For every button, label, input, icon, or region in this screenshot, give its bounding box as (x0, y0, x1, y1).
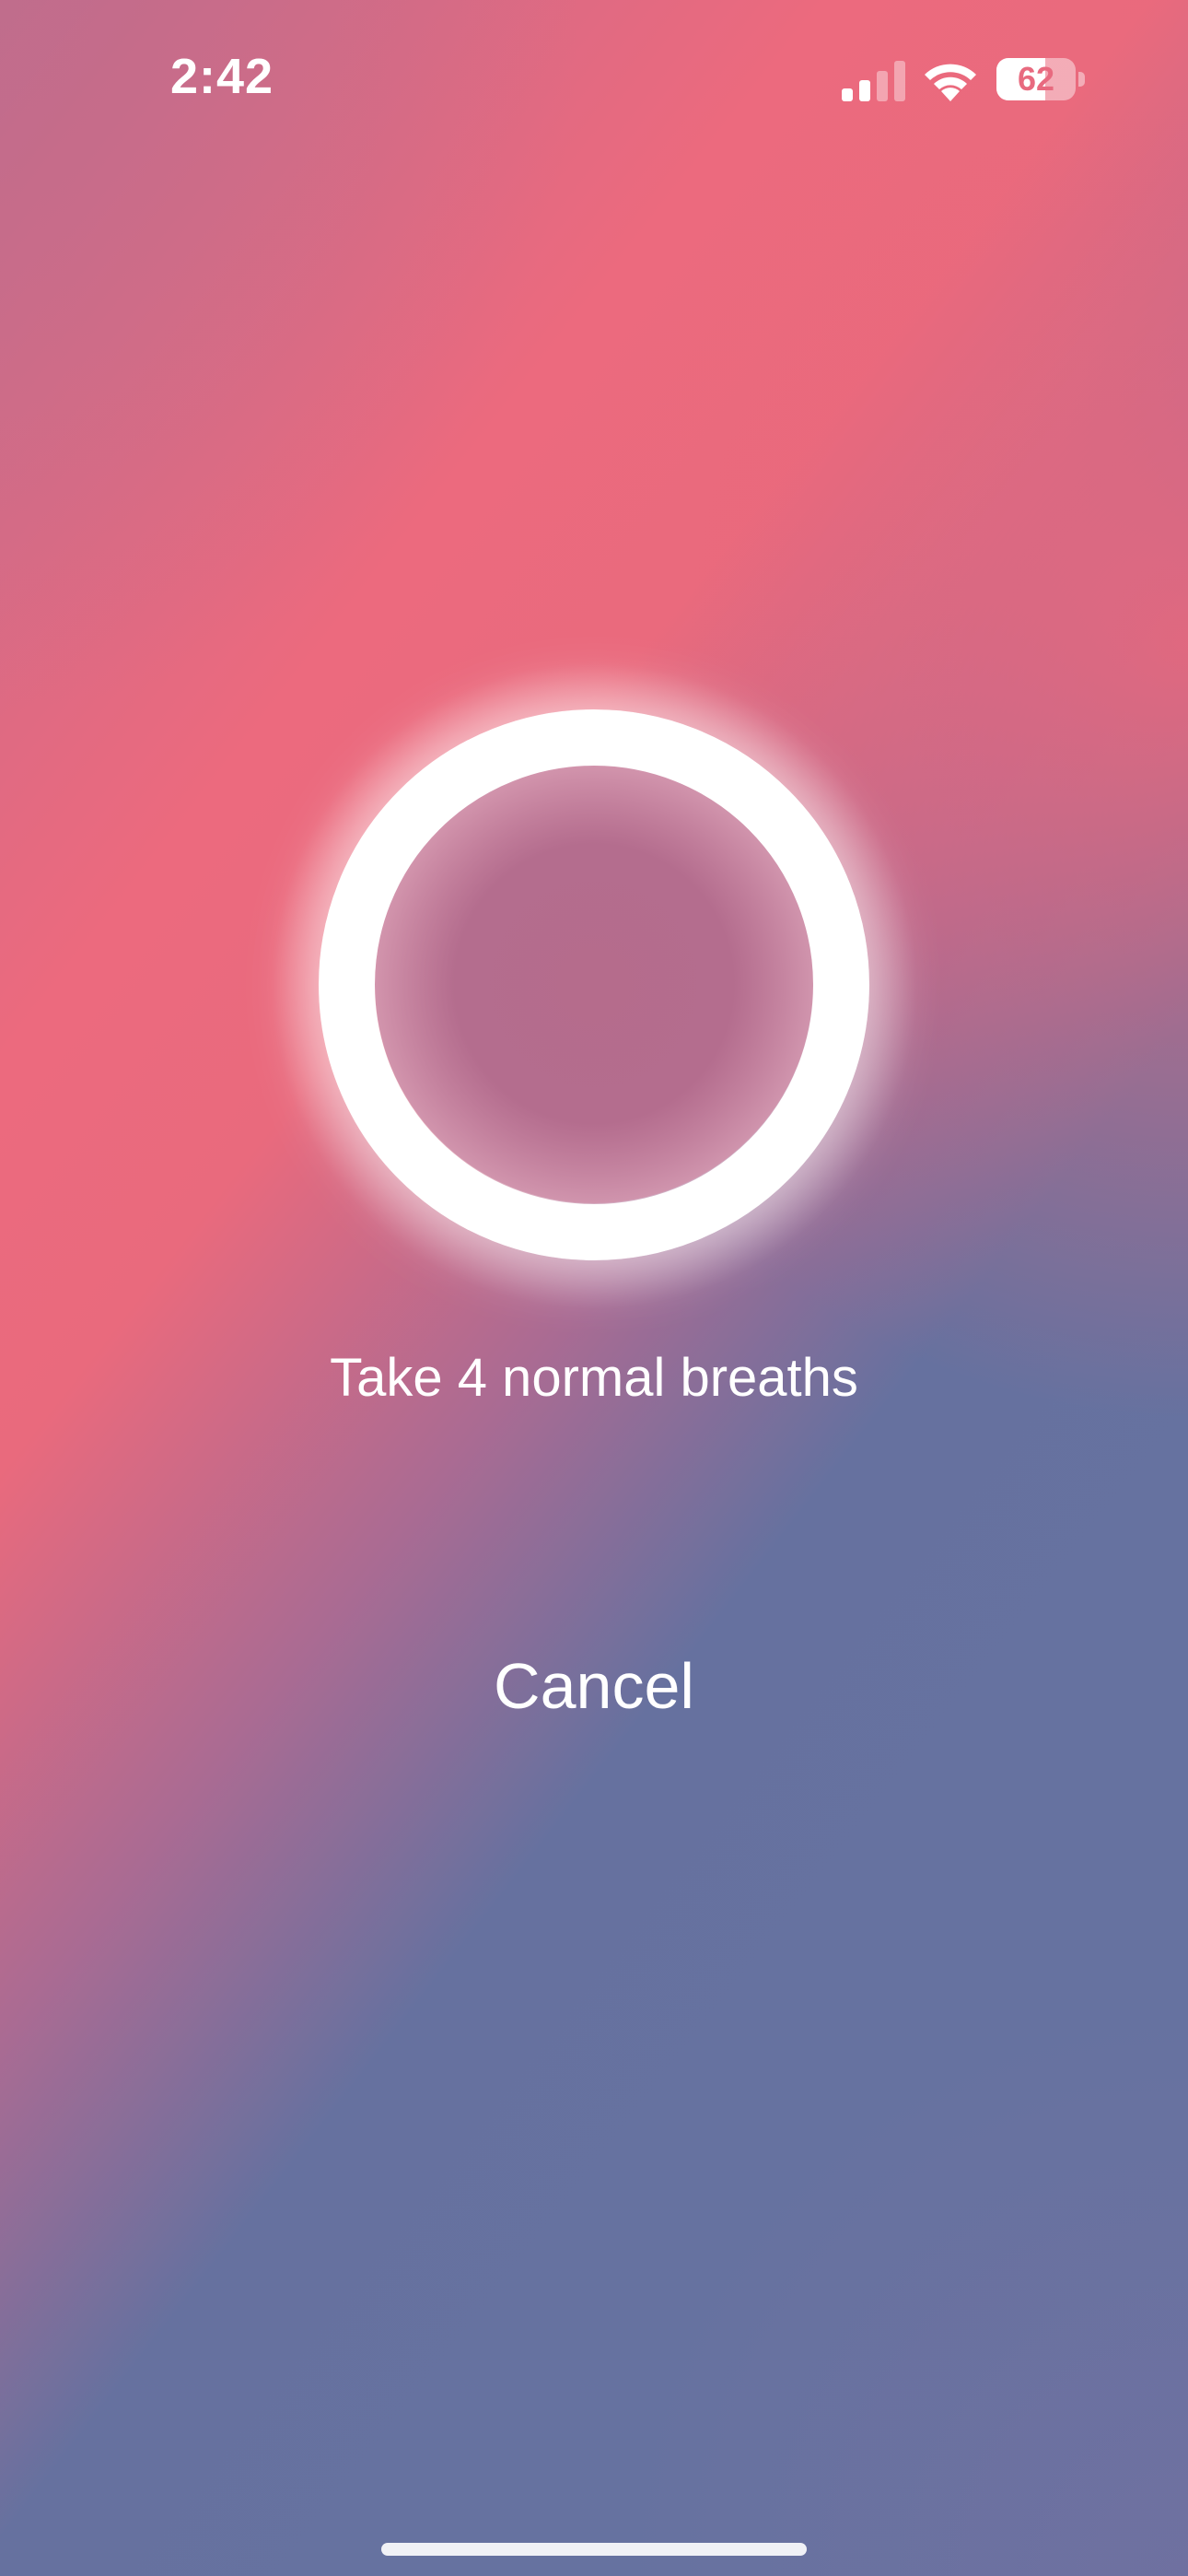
wifi-icon (925, 64, 976, 101)
status-bar: 2:42 62 (0, 0, 1188, 157)
battery-level: 62 (1017, 60, 1055, 98)
home-indicator[interactable] (381, 2543, 807, 2556)
cancel-button[interactable]: Cancel (410, 1640, 778, 1732)
signal-icon (842, 61, 905, 101)
status-time: 2:42 (170, 49, 274, 104)
battery-body: 62 (996, 58, 1076, 100)
breath-ring (319, 709, 869, 1260)
breath-instruction: Take 4 normal breaths (330, 1348, 858, 1408)
battery-icon: 62 (996, 58, 1085, 100)
battery-tip (1078, 72, 1085, 87)
